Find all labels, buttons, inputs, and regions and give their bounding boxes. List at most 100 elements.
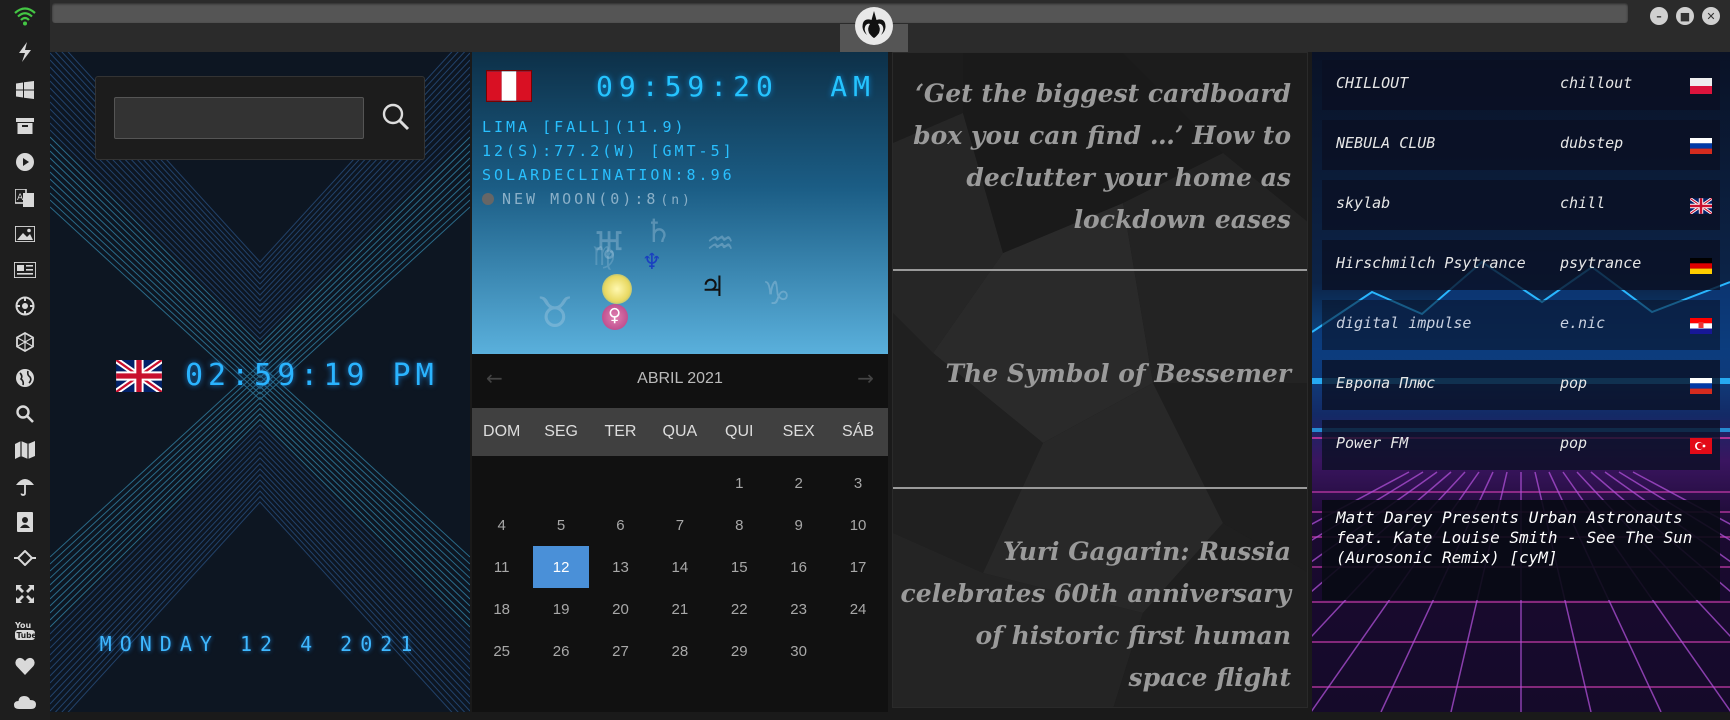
solar-declination: SOLARDECLINATION:8.96 [482,166,735,184]
station-genre: psytrance [1560,254,1642,272]
title-drag-bar[interactable] [52,3,1628,23]
calendar-day[interactable]: 14 [650,546,709,588]
chevron-line [50,171,470,373]
umbrella-icon[interactable] [13,474,37,498]
youtube-icon[interactable]: You Tube [13,618,37,642]
chevron-line [67,501,453,712]
calendar-day[interactable]: 13 [591,546,650,588]
station-row[interactable]: CHILLOUT chillout [1322,60,1720,110]
russia-flag-icon [1690,138,1712,154]
search-input[interactable] [114,97,364,139]
wifi-icon[interactable] [13,4,37,28]
calendar-day[interactable]: 25 [472,630,531,672]
peru-flag-icon [486,70,532,102]
station-row[interactable]: digital impulse e.nic [1322,300,1720,350]
calendar-day[interactable]: 27 [591,630,650,672]
zodiac-glyph-saturn: ♄ [644,212,673,250]
calendar-day[interactable]: 26 [531,630,590,672]
calendar-blank-cell [650,462,709,504]
calendar-day[interactable]: 1 [710,462,769,504]
calendar-day[interactable]: 23 [769,588,828,630]
station-row[interactable]: skylab chill [1322,180,1720,230]
globe-icon[interactable] [13,366,37,390]
search-button[interactable] [378,99,414,135]
calendar-day[interactable]: 3 [828,462,887,504]
calendar-day[interactable]: 4 [472,504,531,546]
weekday-label: SÁB [842,423,875,440]
russia-flag-icon [1690,378,1712,394]
calendar-day[interactable]: 8 [710,504,769,546]
calendar-day[interactable]: 17 [828,546,887,588]
news-headline-3[interactable]: Yuri Gagarin: Russia celebrates 60th ann… [893,531,1307,699]
chevron-line [50,129,470,340]
calendar-panel: ABRIL 2021 ← → DOM SEG TER QUA QUI SEX S… [472,354,888,712]
image-icon[interactable] [13,222,37,246]
contacts-icon[interactable] [13,510,37,534]
calendar-day[interactable]: 29 [710,630,769,672]
world-clock-panel: 02:59:19 PM MONDAY 12 4 2021 [50,52,470,712]
maximize-button[interactable]: ■ [1676,7,1694,25]
lima-clock-time: 09:59:20 [596,70,779,103]
calendar-day[interactable]: 24 [828,588,887,630]
hexagon-icon[interactable] [13,330,37,354]
lightning-icon[interactable] [13,40,37,64]
calendar-day[interactable]: 9 [769,504,828,546]
weekday-label: QUI [725,423,754,440]
station-row[interactable]: Hirschmilch Psytrance psytrance [1322,240,1720,290]
news-headline-2[interactable]: The Symbol of Bessemer [893,353,1307,395]
heart-icon[interactable] [13,654,37,678]
weekday-label: TER [604,423,637,440]
svg-text:A: A [17,193,24,203]
calendar-day-today[interactable]: 12 [533,546,589,588]
archive-icon[interactable] [13,114,37,138]
news-icon[interactable] [13,258,37,282]
calendar-day[interactable]: 18 [472,588,531,630]
calendar-day[interactable]: 6 [591,504,650,546]
ticket-icon[interactable] [13,546,37,570]
map-icon[interactable] [13,438,37,462]
settings-icon[interactable] [13,294,37,318]
translate-icon[interactable]: A [13,186,37,210]
play-icon[interactable] [13,150,37,174]
svg-text:You: You [15,621,32,630]
planet-venus-icon: ♀ [608,305,622,326]
calendar-day[interactable]: 21 [650,588,709,630]
calendar-day[interactable]: 30 [769,630,828,672]
chevron-line [50,429,470,642]
calendar-day[interactable]: 16 [769,546,828,588]
calendar-day[interactable]: 2 [769,462,828,504]
moon-icon [482,193,494,205]
calendar-day-grid: 1 2 3 4 5 6 7 8 9 10 11 12 13 14 15 16 17 18 19 20 21 22 23 24 2… [472,462,888,672]
cloud-icon[interactable] [13,690,37,714]
windows-icon[interactable] [13,78,37,102]
calendar-day[interactable]: 11 [472,546,531,588]
chevron-line [50,424,470,635]
calendar-blank-cell [591,462,650,504]
station-row[interactable]: Европа Плюс pop [1322,360,1720,410]
calendar-day[interactable]: 28 [650,630,709,672]
calendar-day[interactable]: 20 [591,588,650,630]
uk-flag-icon [1690,198,1712,214]
prev-month-arrow-icon[interactable]: ← [486,366,503,390]
calendar-month-title: ABRIL 2021 [637,370,723,387]
poland-flag-icon [1690,78,1712,94]
next-month-arrow-icon[interactable]: → [857,366,874,390]
station-row[interactable]: Power FM pop [1322,420,1720,470]
search-icon[interactable] [13,402,37,426]
germany-flag-icon [1690,258,1712,274]
news-separator [893,269,1307,271]
planet-jupiter-icon: ♃ [700,270,726,303]
calendar-day[interactable]: 15 [710,546,769,588]
window-titlebar[interactable]: – ■ ✕ [50,0,1730,52]
calendar-day[interactable]: 5 [531,504,590,546]
calendar-day[interactable]: 22 [710,588,769,630]
calendar-day[interactable]: 7 [650,504,709,546]
calendar-day[interactable]: 10 [828,504,887,546]
close-button[interactable]: ✕ [1702,7,1720,25]
news-headline-1[interactable]: ‘Get the biggest cardboard box you can f… [893,73,1307,241]
station-row[interactable]: NEBULA CLUB dubstep [1322,120,1720,170]
minimize-button[interactable]: – [1650,7,1668,25]
fullscreen-icon[interactable] [13,582,37,606]
location-season: LIMA [FALL](11.9) [482,118,687,136]
calendar-day[interactable]: 19 [531,588,590,630]
